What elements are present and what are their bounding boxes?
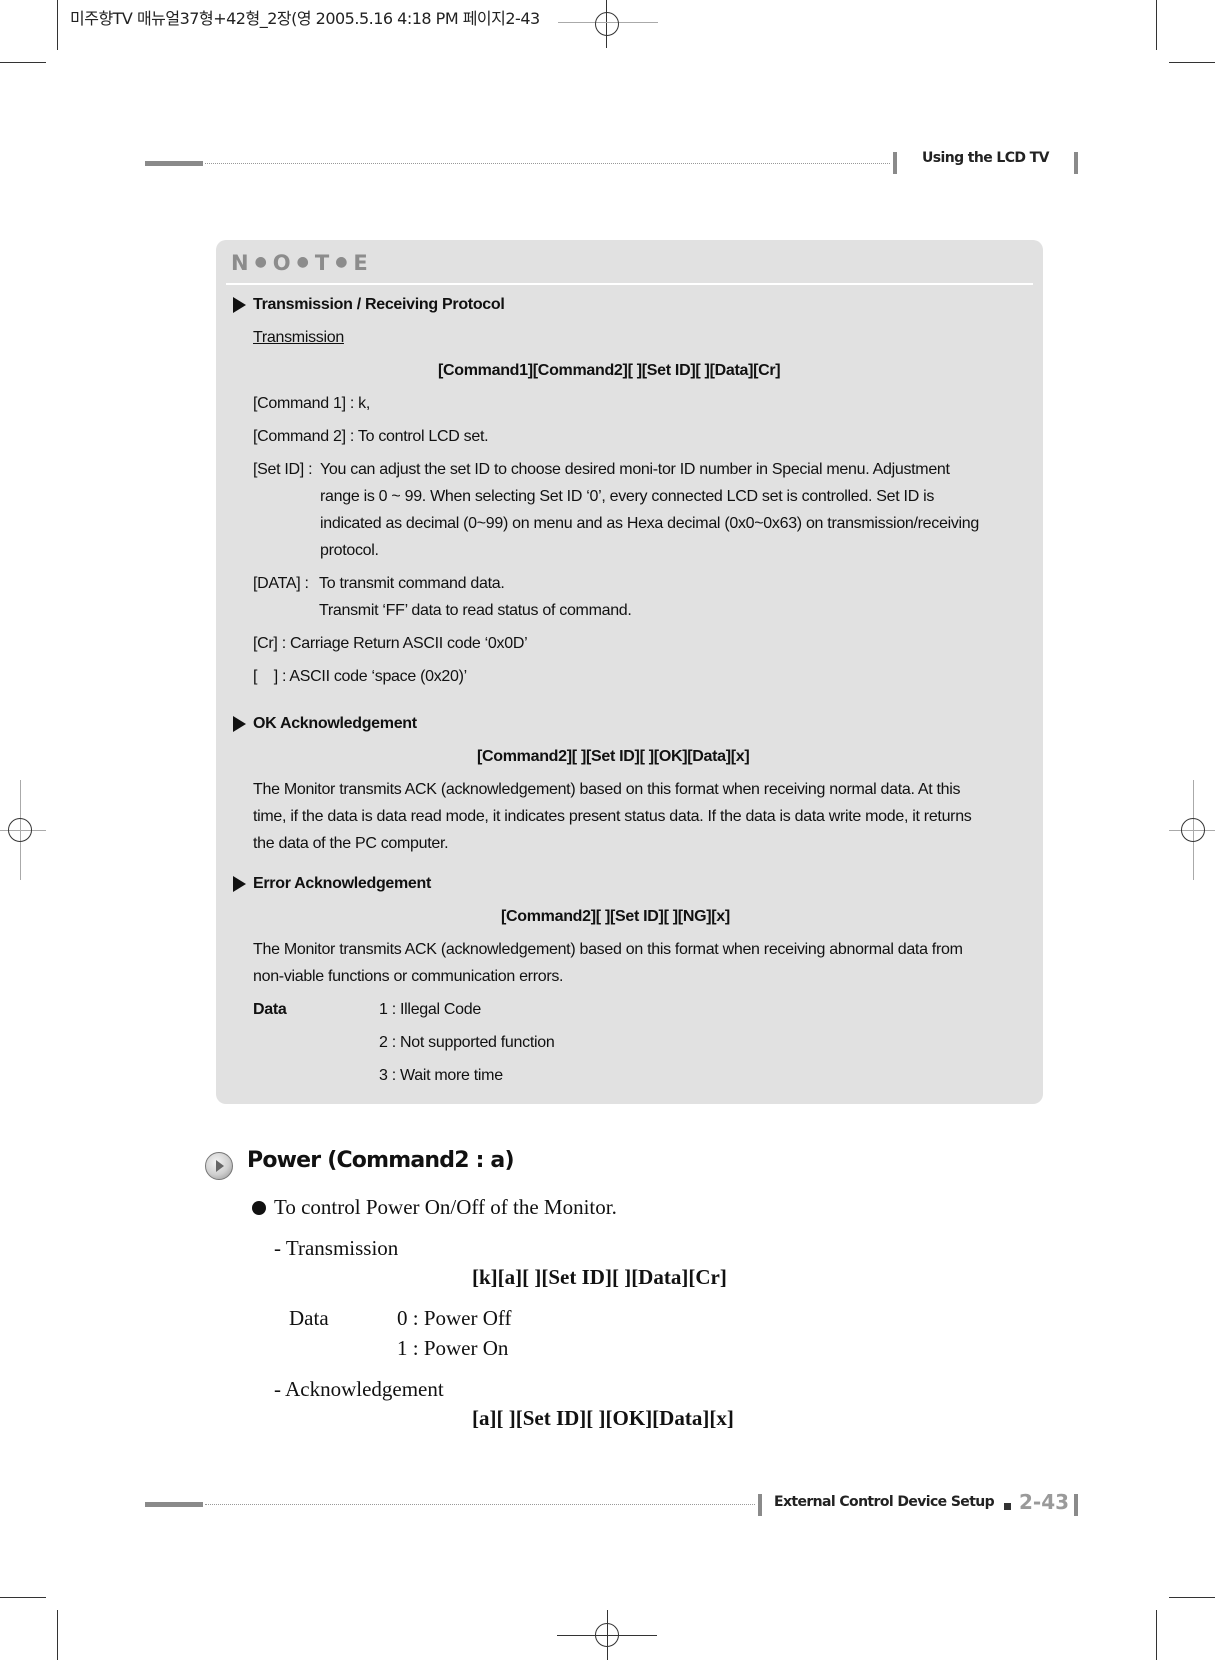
- set-id-line: range is 0 ~ 99. When selecting Set ID ‘…: [320, 488, 935, 505]
- set-id-line: protocol.: [320, 542, 379, 559]
- ok-ack-text: the data of the PC computer.: [253, 835, 449, 852]
- ok-ack-text: time, if the data is data read mode, it …: [253, 808, 972, 825]
- ok-ack-text: The Monitor transmits ACK (acknowledgeme…: [253, 781, 961, 798]
- footer-rule-bar: [1074, 1494, 1078, 1516]
- header-rule-thick: [145, 161, 203, 166]
- header-section-title: Using the LCD TV: [922, 150, 1049, 166]
- note-title-letter: E: [353, 251, 369, 275]
- command1-line: [Command 1] : k,: [253, 395, 371, 412]
- play-circle-icon: [205, 1152, 233, 1180]
- power-data-value: 1 : Power On: [397, 1336, 509, 1360]
- transmission-label: - Transmission: [274, 1236, 399, 1260]
- note-title-letter: T: [314, 251, 331, 275]
- acknowledgement-label: - Acknowledgement: [274, 1377, 444, 1401]
- power-data-value: 0 : Power Off: [397, 1306, 512, 1330]
- note-title-dot: ●: [296, 254, 310, 270]
- note-title-dot: ●: [335, 254, 349, 270]
- power-description: To control Power On/Off of the Monitor.: [274, 1195, 617, 1219]
- error-data-value: 3 : Wait more time: [379, 1067, 503, 1084]
- set-id-line: indicated as decimal (0~99) on menu and …: [320, 515, 979, 532]
- space-line: [ ] : ASCII code ‘space (0x20)’: [253, 668, 467, 685]
- crop-mark: [1156, 0, 1157, 50]
- header-rule-bar: [1074, 152, 1078, 174]
- crop-mark: [0, 1597, 46, 1598]
- page-number: 2-43: [1019, 1490, 1070, 1514]
- data-label: [DATA] :: [253, 575, 309, 592]
- set-id-label: [Set ID] :: [253, 461, 313, 478]
- error-ack-text: The Monitor transmits ACK (acknowledgeme…: [253, 941, 963, 958]
- triangle-bullet-icon: [233, 876, 246, 892]
- cr-line: [Cr] : Carriage Return ASCII code ‘0x0D’: [253, 635, 528, 652]
- crop-mark: [1156, 1610, 1157, 1660]
- footer-section-title: External Control Device Setup: [774, 1494, 995, 1510]
- protocol-heading: Transmission / Receiving Protocol: [253, 296, 505, 313]
- crop-mark: [57, 1610, 58, 1660]
- note-title-dot: ●: [254, 254, 268, 270]
- error-ack-heading: Error Acknowledgement: [253, 875, 432, 892]
- note-divider: [226, 283, 1033, 285]
- note-title-letter: N: [231, 251, 250, 275]
- note-title: N ● O ● T ● E: [231, 251, 369, 275]
- square-separator-icon: [1004, 1503, 1011, 1510]
- registration-circle: [595, 1623, 619, 1647]
- triangle-bullet-icon: [233, 716, 246, 732]
- crop-mark: [0, 62, 46, 63]
- command2-line: [Command 2] : To control LCD set.: [253, 428, 489, 445]
- registration-circle: [595, 12, 619, 36]
- footer-rule-bar: [758, 1494, 762, 1516]
- registration-circle: [1181, 818, 1205, 842]
- transmission-subheading: Transmission: [253, 329, 344, 346]
- error-data-value: 1 : Illegal Code: [379, 1001, 481, 1018]
- set-id-line: You can adjust the set ID to choose desi…: [320, 461, 950, 478]
- power-ack-format: [a][ ][Set ID][ ][OK][Data][x]: [472, 1406, 734, 1430]
- triangle-bullet-icon: [233, 297, 246, 313]
- registration-circle: [8, 818, 32, 842]
- ok-ack-format: [Command2][ ][Set ID][ ][OK][Data][x]: [477, 748, 750, 765]
- data-line: Transmit ‘FF’ data to read status of com…: [319, 602, 632, 619]
- note-title-letter: O: [272, 251, 292, 275]
- transmission-format: [Command1][Command2][ ][Set ID][ ][Data]…: [438, 362, 781, 379]
- header-rule-bar: [893, 152, 897, 174]
- header-rule-dotted: [205, 163, 890, 164]
- error-data-label: Data: [253, 1001, 287, 1018]
- crop-mark: [57, 0, 58, 50]
- power-transmission-format: [k][a][ ][Set ID][ ][Data][Cr]: [472, 1265, 727, 1289]
- data-line: To transmit command data.: [319, 575, 505, 592]
- crop-mark: [1169, 1597, 1215, 1598]
- bullet-icon: [252, 1201, 266, 1215]
- power-data-label: Data: [289, 1306, 329, 1330]
- crop-mark: [1169, 62, 1215, 63]
- ok-ack-heading: OK Acknowledgement: [253, 715, 417, 732]
- footer-rule-thick: [145, 1502, 203, 1507]
- note-box: N ● O ● T ● E Transmission / Receiving Protoco…: [216, 240, 1043, 1104]
- error-ack-format: [Command2][ ][Set ID][ ][NG][x]: [501, 908, 730, 925]
- error-ack-text: non-viable functions or communication er…: [253, 968, 564, 985]
- footer-rule-dotted: [205, 1504, 755, 1505]
- error-data-value: 2 : Not supported function: [379, 1034, 555, 1051]
- power-section-title: Power (Command2 : a): [247, 1148, 515, 1173]
- print-slug: 미주향TV 매뉴얼37형+42형_2장(영 2005.5.16 4:18 PM …: [70, 9, 540, 28]
